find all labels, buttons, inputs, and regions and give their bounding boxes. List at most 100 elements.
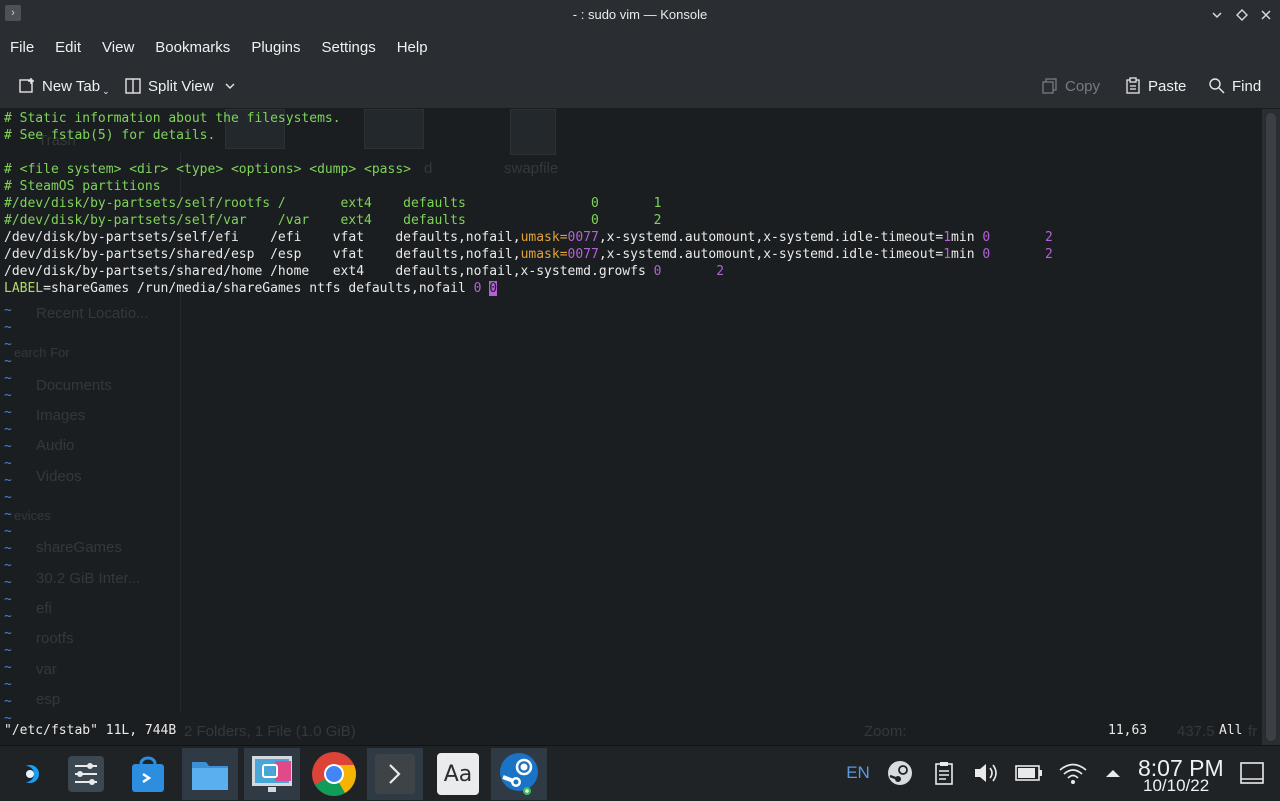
font-viewer-icon: Aa bbox=[437, 753, 479, 795]
minimize-button[interactable] bbox=[1207, 5, 1227, 25]
find-label: Find bbox=[1232, 77, 1262, 95]
menu-view[interactable]: View bbox=[92, 39, 145, 56]
fstab-text: /dev/disk/by-partsets/shared/esp /esp vf… bbox=[4, 247, 521, 262]
show-desktop-icon bbox=[1240, 762, 1264, 784]
close-button[interactable] bbox=[1256, 5, 1276, 25]
clipboard-button[interactable] bbox=[930, 760, 958, 786]
battery-icon bbox=[1015, 765, 1042, 781]
steam-button[interactable] bbox=[491, 748, 547, 800]
ghost-folder-label: d bbox=[424, 160, 433, 177]
fstab-line-10: LABEL=shareGames /run/media/shareGames n… bbox=[4, 280, 498, 297]
menu-help[interactable]: Help bbox=[387, 39, 439, 56]
network-button[interactable] bbox=[1057, 760, 1089, 786]
fstab-line-8: /dev/disk/by-partsets/shared/esp /esp vf… bbox=[4, 246, 1053, 263]
menu-plugins[interactable]: Plugins bbox=[241, 39, 311, 56]
ghost-internal-drive: 30.2 GiB Inter... bbox=[36, 570, 141, 587]
new-tab-icon bbox=[19, 78, 34, 93]
app-launcher-icon bbox=[18, 765, 39, 783]
menu-settings[interactable]: Settings bbox=[312, 39, 387, 56]
fstab-number: 1 bbox=[943, 230, 952, 245]
empty-line-marker: ~ bbox=[4, 371, 12, 386]
empty-line-marker: ~ bbox=[4, 490, 12, 505]
steam-icon bbox=[500, 753, 538, 795]
clipboard-icon bbox=[935, 762, 953, 785]
ghost-documents: Documents bbox=[36, 377, 112, 394]
empty-line-marker: ~ bbox=[4, 524, 12, 539]
fstab-keyword: umask bbox=[520, 230, 560, 245]
empty-line-marker: ~ bbox=[4, 558, 12, 573]
vim-status-line: "/etc/fstab" 11L, 744B 11,63 All bbox=[0, 721, 1262, 741]
scrollbar-thumb[interactable] bbox=[1266, 113, 1276, 741]
empty-line-marker: ~ bbox=[4, 643, 12, 658]
fstab-operator: = bbox=[559, 230, 568, 245]
empty-line-marker: ~ bbox=[4, 456, 12, 471]
empty-line-marker: ~ bbox=[4, 388, 12, 403]
empty-line-marker: ~ bbox=[4, 303, 12, 318]
terminal-scrollbar[interactable] bbox=[1262, 109, 1280, 745]
volume-button[interactable] bbox=[972, 760, 1000, 786]
copy-button[interactable]: Copy bbox=[1041, 74, 1100, 98]
toolbar: New Tab ⌄ Split View Copy Paste Find bbox=[0, 64, 1280, 109]
find-button[interactable]: Find bbox=[1208, 74, 1261, 98]
empty-line-marker: ~ bbox=[4, 541, 12, 556]
fstab-number: 0077 bbox=[567, 247, 599, 262]
new-tab-label: New Tab bbox=[42, 77, 101, 95]
menu-bookmarks[interactable]: Bookmarks bbox=[145, 39, 241, 56]
tray-expand-button[interactable] bbox=[1101, 760, 1125, 786]
paste-icon bbox=[1126, 77, 1140, 94]
ghost-search-heading: earch For bbox=[14, 345, 70, 360]
search-icon bbox=[1209, 78, 1225, 94]
fstab-keyword: umask bbox=[520, 247, 560, 262]
fstab-text: ,x-systemd.automount,x-systemd.idle-time… bbox=[598, 230, 944, 245]
fstab-line-1: # Static information about the filesyste… bbox=[4, 111, 341, 126]
empty-line-marker: ~ bbox=[4, 439, 12, 454]
fstab-text: min bbox=[951, 247, 983, 262]
font-viewer-button[interactable]: Aa bbox=[430, 748, 486, 800]
dolphin-files-button[interactable] bbox=[182, 748, 238, 800]
wifi-icon bbox=[1059, 763, 1087, 784]
scroll-position: All bbox=[1219, 723, 1243, 738]
chrome-browser-icon bbox=[312, 752, 356, 796]
battery-button[interactable] bbox=[1014, 760, 1044, 786]
clock-date[interactable]: 10/10/22 bbox=[1143, 776, 1209, 796]
fstab-line-6: #/dev/disk/by-partsets/self/var /var ext… bbox=[4, 213, 662, 228]
fstab-number: 0 2 bbox=[653, 264, 725, 279]
split-view-button[interactable]: Split View bbox=[124, 74, 236, 98]
paste-button[interactable]: Paste bbox=[1124, 74, 1186, 98]
empty-line-marker: ~ bbox=[4, 405, 12, 420]
ghost-file-tile bbox=[510, 109, 556, 155]
terminal-view[interactable]: Trash d swapfile Recent Locatio... earch… bbox=[0, 109, 1262, 745]
chrome-browser-button[interactable] bbox=[306, 748, 362, 800]
fstab-text: /dev/disk/by-partsets/shared/home /home … bbox=[4, 264, 654, 279]
system-settings-button[interactable] bbox=[58, 748, 114, 800]
fstab-line-5: #/dev/disk/by-partsets/self/rootfs / ext… bbox=[4, 196, 662, 211]
keyboard-layout-indicator[interactable]: EN bbox=[844, 760, 872, 786]
ghost-audio: Audio bbox=[36, 437, 75, 454]
file-info: "/etc/fstab" 11L, 744B bbox=[4, 723, 177, 738]
fstab-line-4: # SteamOS partitions bbox=[4, 179, 161, 194]
fstab-line-3: # <file system> <dir> <type> <options> <… bbox=[4, 162, 411, 177]
menu-edit[interactable]: Edit bbox=[45, 39, 92, 56]
app-launcher-button[interactable] bbox=[2, 748, 58, 800]
menu-file[interactable]: File bbox=[0, 39, 45, 56]
spectacle-screenshot-button[interactable] bbox=[244, 748, 300, 800]
dolphin-files-icon bbox=[192, 762, 228, 790]
konsole-terminal-button[interactable] bbox=[367, 748, 423, 800]
vim-cursor: 0 bbox=[489, 281, 498, 296]
empty-line-marker: ~ bbox=[4, 609, 12, 624]
copy-label: Copy bbox=[1065, 77, 1101, 95]
fstab-text: min bbox=[951, 230, 983, 245]
ghost-devices-heading: evices bbox=[14, 508, 51, 523]
fstab-number: 0 2 bbox=[982, 247, 1053, 262]
fstab-label-keyword: LABEL bbox=[4, 281, 44, 296]
konsole-terminal-icon bbox=[375, 754, 415, 794]
taskbar: Aa EN bbox=[0, 745, 1280, 801]
ghost-folder-tile bbox=[364, 109, 424, 149]
empty-line-marker: ~ bbox=[4, 354, 12, 369]
new-tab-button[interactable]: New Tab ⌄ bbox=[18, 74, 110, 98]
empty-line-marker: ~ bbox=[4, 694, 12, 709]
steam-tray-button[interactable] bbox=[886, 760, 914, 786]
show-desktop-button[interactable] bbox=[1236, 760, 1268, 786]
maximize-button[interactable] bbox=[1232, 5, 1252, 25]
discover-store-button[interactable] bbox=[120, 748, 176, 800]
